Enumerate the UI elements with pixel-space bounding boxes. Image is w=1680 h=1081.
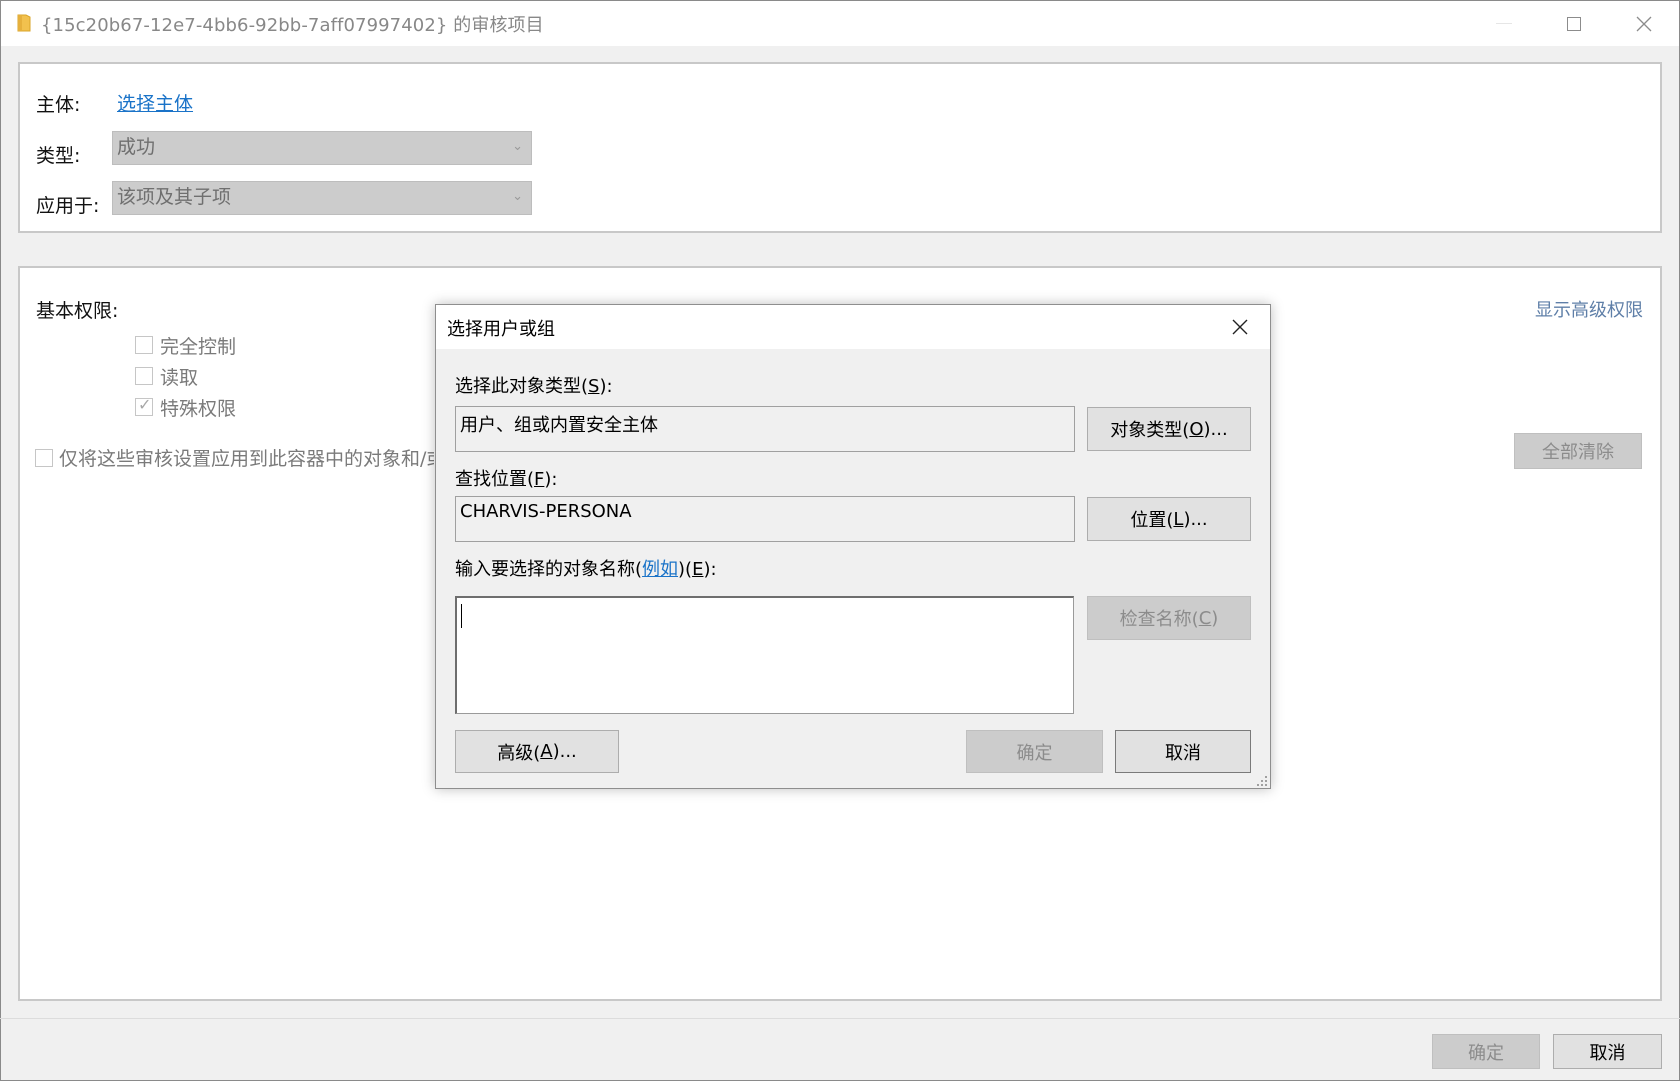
object-type-field: 用户、组或内置安全主体 xyxy=(455,406,1075,452)
checkmark-icon: ✓ xyxy=(138,395,152,414)
advanced-button[interactable]: 高级(A)... xyxy=(455,730,619,773)
show-advanced-permissions-link[interactable]: 显示高级权限 xyxy=(1535,296,1643,322)
select-principal-link[interactable]: 选择主体 xyxy=(117,89,193,116)
close-button[interactable] xyxy=(1609,1,1679,46)
dialog-title-bar: 选择用户或组 xyxy=(436,305,1270,349)
read-checkbox[interactable] xyxy=(135,367,153,385)
text-caret xyxy=(461,604,462,628)
object-names-input[interactable] xyxy=(455,596,1074,714)
full-control-checkbox[interactable] xyxy=(135,336,153,354)
principal-label: 主体: xyxy=(36,94,81,116)
dialog-close-button[interactable] xyxy=(1220,309,1260,345)
basic-permissions-label: 基本权限: xyxy=(36,300,119,322)
close-icon xyxy=(1232,319,1248,335)
maximize-icon xyxy=(1567,16,1581,31)
chevron-down-icon: ⌄ xyxy=(512,189,523,204)
dialog-ok-button[interactable]: 确定 xyxy=(966,730,1103,773)
object-type-label: 选择此对象类型(S): xyxy=(455,376,613,397)
locations-button[interactable]: 位置(L)... xyxy=(1087,497,1251,541)
examples-link[interactable]: 例如 xyxy=(642,559,678,580)
special-permissions-label: 特殊权限 xyxy=(160,398,237,420)
minimize-button[interactable] xyxy=(1469,1,1539,46)
applies-to-select[interactable]: 该项及其子项 ⌄ xyxy=(112,181,532,215)
type-select-value: 成功 xyxy=(117,136,156,158)
cancel-button[interactable]: 取消 xyxy=(1553,1034,1662,1069)
type-label: 类型: xyxy=(36,145,81,167)
apply-only-label: 仅将这些审核设置应用到此容器中的对象和/或 xyxy=(59,448,434,470)
location-label: 查找位置(F): xyxy=(455,469,558,490)
type-select[interactable]: 成功 ⌄ xyxy=(112,131,532,165)
ok-button[interactable]: 确定 xyxy=(1432,1034,1540,1069)
resize-grip-icon[interactable] xyxy=(1256,775,1268,788)
applies-to-label: 应用于: xyxy=(36,195,100,217)
title-bar: {15c20b67-12e7-4bb6-92bb-7aff07997402} 的… xyxy=(1,1,1679,46)
select-users-dialog: 选择用户或组 选择此对象类型(S): 用户、组或内置安全主体 对象类型(O)..… xyxy=(435,304,1271,789)
footer-separator xyxy=(0,1018,1680,1019)
apply-only-checkbox[interactable] xyxy=(35,449,53,467)
close-icon xyxy=(1636,16,1652,31)
special-permissions-checkbox[interactable]: ✓ xyxy=(135,395,153,416)
location-field: CHARVIS-PERSONA xyxy=(455,496,1075,542)
applies-to-select-value: 该项及其子项 xyxy=(117,186,232,208)
minimize-icon xyxy=(1496,23,1512,24)
maximize-button[interactable] xyxy=(1539,1,1609,46)
read-label: 读取 xyxy=(160,367,199,389)
check-names-button[interactable]: 检查名称(C) xyxy=(1087,596,1251,640)
dialog-title: 选择用户或组 xyxy=(447,319,555,340)
object-names-label: 输入要选择的对象名称(例如)(E): xyxy=(455,559,717,580)
dialog-cancel-button[interactable]: 取消 xyxy=(1115,730,1251,773)
object-types-button[interactable]: 对象类型(O)... xyxy=(1087,407,1251,451)
chevron-down-icon: ⌄ xyxy=(512,139,523,154)
clear-all-button[interactable]: 全部清除 xyxy=(1514,433,1642,469)
window-title: {15c20b67-12e7-4bb6-92bb-7aff07997402} 的… xyxy=(41,15,544,36)
folder-icon xyxy=(17,14,31,32)
full-control-label: 完全控制 xyxy=(160,336,237,358)
